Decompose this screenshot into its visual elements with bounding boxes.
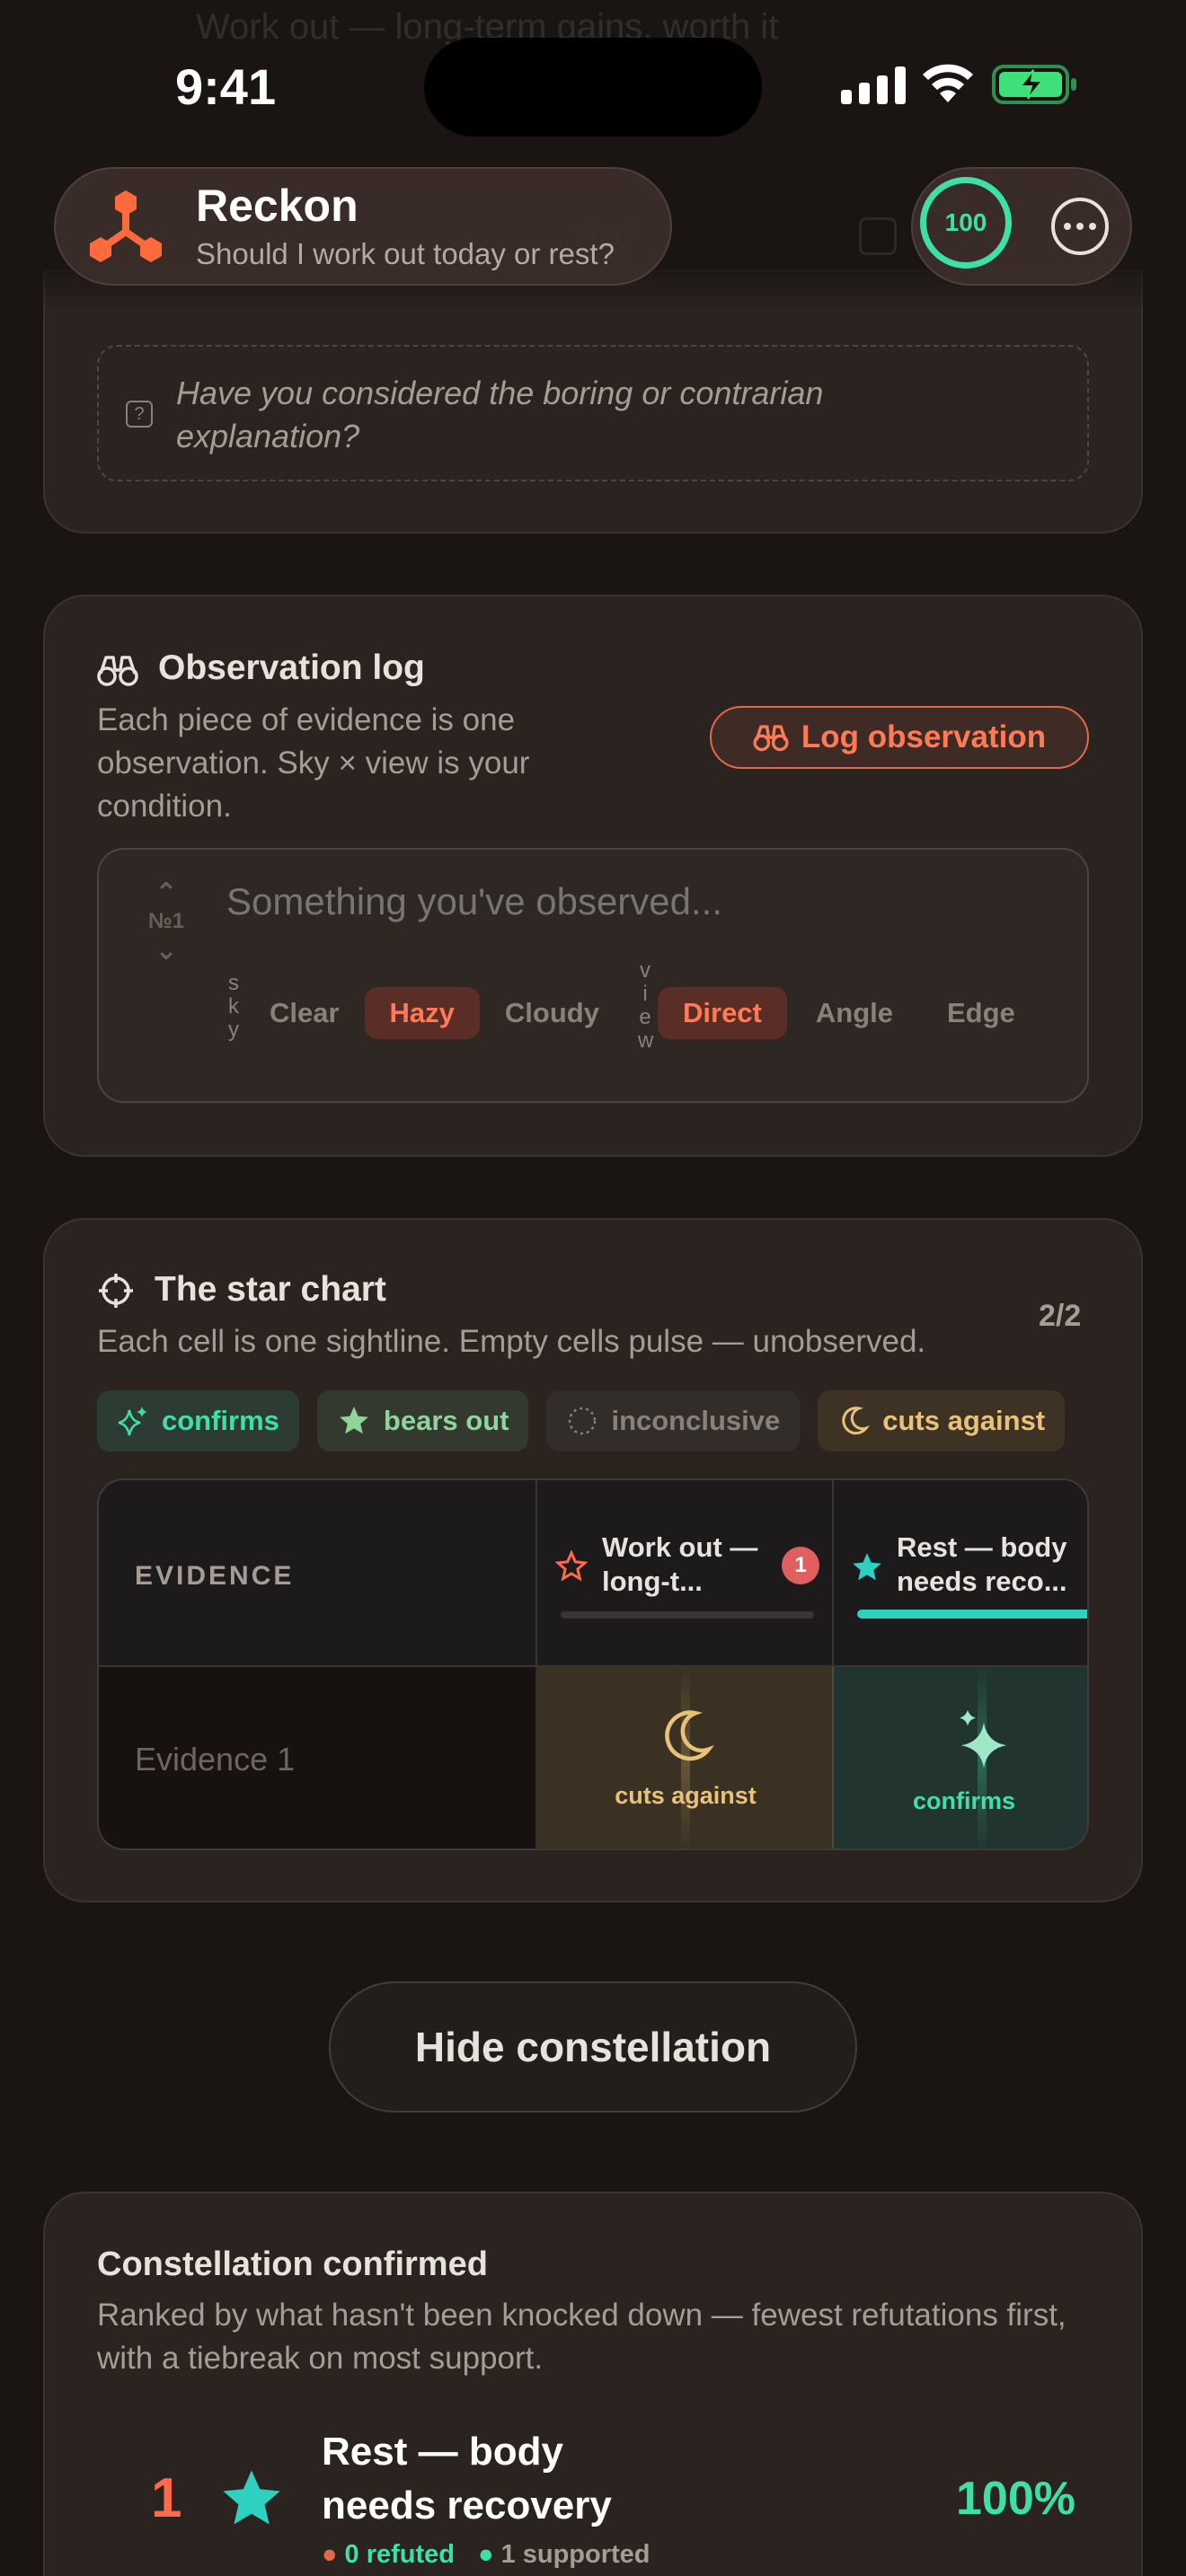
star-outline-icon xyxy=(555,1550,588,1582)
wifi-icon-overlay xyxy=(923,64,973,102)
supported-count: 1 supported xyxy=(500,2540,651,2569)
sky-option-hazy[interactable]: Hazy xyxy=(364,987,480,1039)
supported-dot-icon: ● xyxy=(478,2540,494,2569)
hypothesis-1-label: Work out — long-t... xyxy=(602,1531,758,1597)
score-ring[interactable]: 100 xyxy=(920,177,1012,269)
view-label: view xyxy=(636,959,654,1053)
question-icon: ? xyxy=(126,401,153,428)
hypothesis-column-1[interactable]: Work out — long-t... 1 xyxy=(537,1480,834,1667)
legend-inconclusive-label: inconclusive xyxy=(611,1405,781,1436)
moon-icon xyxy=(665,1710,715,1761)
dynamic-island-overlay xyxy=(424,38,762,137)
legend-confirms[interactable]: confirms xyxy=(97,1390,299,1451)
refuted-count: 0 refuted xyxy=(344,2540,456,2569)
legend-inconclusive[interactable]: inconclusive xyxy=(546,1390,801,1451)
view-options: Direct Angle Edge xyxy=(658,987,1040,1039)
evidence-row-label-cell[interactable]: Evidence 1 xyxy=(99,1667,537,1848)
cell-cuts-against[interactable]: cuts against xyxy=(537,1667,834,1848)
sparkle-icon xyxy=(118,1407,147,1436)
cell-confirms[interactable]: confirms xyxy=(834,1667,1087,1848)
sky-options: Clear Hazy Cloudy xyxy=(244,987,624,1039)
binoculars-icon xyxy=(753,725,789,752)
more-options-button[interactable] xyxy=(1051,198,1109,255)
star-icon xyxy=(340,1407,368,1434)
star-chart-counter: 2/2 xyxy=(1039,1299,1082,1333)
observation-input[interactable] xyxy=(226,880,1035,923)
view-option-angle[interactable]: Angle xyxy=(791,987,918,1039)
contrarian-prompt-text: Have you considered the boring or contra… xyxy=(176,375,824,454)
constellation-title: Constellation confirmed xyxy=(97,2245,488,2283)
ranked-hypothesis-name: Rest — body needs recovery xyxy=(322,2430,612,2527)
hide-constellation-button[interactable]: Hide constellation xyxy=(329,1981,857,2113)
moon-icon xyxy=(842,1407,871,1435)
observation-log-description: Each piece of evidence is one observatio… xyxy=(97,702,530,824)
hypothesis-2-label: Rest — body needs reco... xyxy=(897,1531,1067,1597)
sky-label: sky xyxy=(225,972,243,1042)
star-icon xyxy=(223,2470,280,2525)
hypothesis-1-badge: 1 xyxy=(782,1547,819,1584)
legend-bears-out[interactable]: bears out xyxy=(316,1390,529,1451)
legend-row: confirms bears out inconclusive cuts aga… xyxy=(97,1390,1089,1453)
sky-option-clear[interactable]: Clear xyxy=(244,987,365,1039)
legend-cuts-against-label: cuts against xyxy=(882,1405,1046,1436)
ranked-hypothesis-percent: 100% xyxy=(956,2473,1075,2525)
refuted-dot-icon: ● xyxy=(322,2540,338,2569)
ranked-hypothesis-stats: ● 0 refuted ● 1 supported xyxy=(322,2540,651,2570)
legend-confirms-label: confirms xyxy=(162,1405,279,1436)
dotted-circle-icon xyxy=(569,1407,597,1435)
sky-option-cloudy[interactable]: Cloudy xyxy=(480,987,624,1039)
evidence-1-label: Evidence 1 xyxy=(135,1741,296,1778)
reckon-logo-icon xyxy=(90,190,162,262)
sky-label-text: sky xyxy=(228,971,239,1042)
hypothesis-2-progress xyxy=(857,1610,1087,1619)
evidence-header-cell: EVIDENCE xyxy=(99,1480,537,1667)
entry-reorder[interactable]: ⌃ №1 ⌃ xyxy=(144,880,189,964)
view-label-text: view xyxy=(638,958,654,1053)
constellation-description: Ranked by what hasn't been knocked down … xyxy=(97,2298,1067,2376)
evidence-header: EVIDENCE xyxy=(135,1561,295,1591)
app-title: Reckon xyxy=(196,181,358,231)
status-time-overlay: 9:41 xyxy=(175,58,277,115)
entry-number: №1 xyxy=(147,909,185,933)
observation-log-title: Observation log xyxy=(158,648,425,687)
cellular-signal-icon-overlay xyxy=(841,65,906,104)
rank-number: 1 xyxy=(151,2467,182,2529)
hypothesis-1-progress-track xyxy=(561,1611,814,1619)
view-option-edge[interactable]: Edge xyxy=(922,987,1040,1039)
log-observation-button[interactable]: Log observation xyxy=(710,706,1089,769)
legend-bears-out-label: bears out xyxy=(383,1405,509,1436)
app-question: Should I work out today or rest? xyxy=(196,237,615,270)
hypothesis-column-2[interactable]: Rest — body needs reco... xyxy=(834,1480,1087,1667)
crosshair-icon xyxy=(99,1274,133,1308)
sparkle-icon xyxy=(960,1709,1007,1769)
binoculars-icon xyxy=(97,656,138,686)
star-chart-title: The star chart xyxy=(155,1270,386,1309)
battery-charging-icon-overlay xyxy=(992,65,1076,104)
star-chart-description: Each cell is one sightline. Empty cells … xyxy=(97,1324,926,1359)
chevron-down-icon[interactable]: ⌃ xyxy=(144,933,189,963)
log-observation-label: Log observation xyxy=(801,719,1047,754)
cell-confirms-label: confirms xyxy=(912,1787,1016,1814)
star-icon xyxy=(853,1553,881,1581)
cell-cuts-against-label: cuts against xyxy=(615,1782,757,1809)
ghost-chat-icon xyxy=(859,217,897,255)
legend-cuts-against[interactable]: cuts against xyxy=(818,1390,1066,1451)
view-option-direct[interactable]: Direct xyxy=(658,987,787,1039)
star-chart-grid: EVIDENCE Work out — long-t... 1 Rest — b… xyxy=(97,1478,1089,1850)
chevron-up-icon[interactable]: ⌃ xyxy=(144,880,189,907)
